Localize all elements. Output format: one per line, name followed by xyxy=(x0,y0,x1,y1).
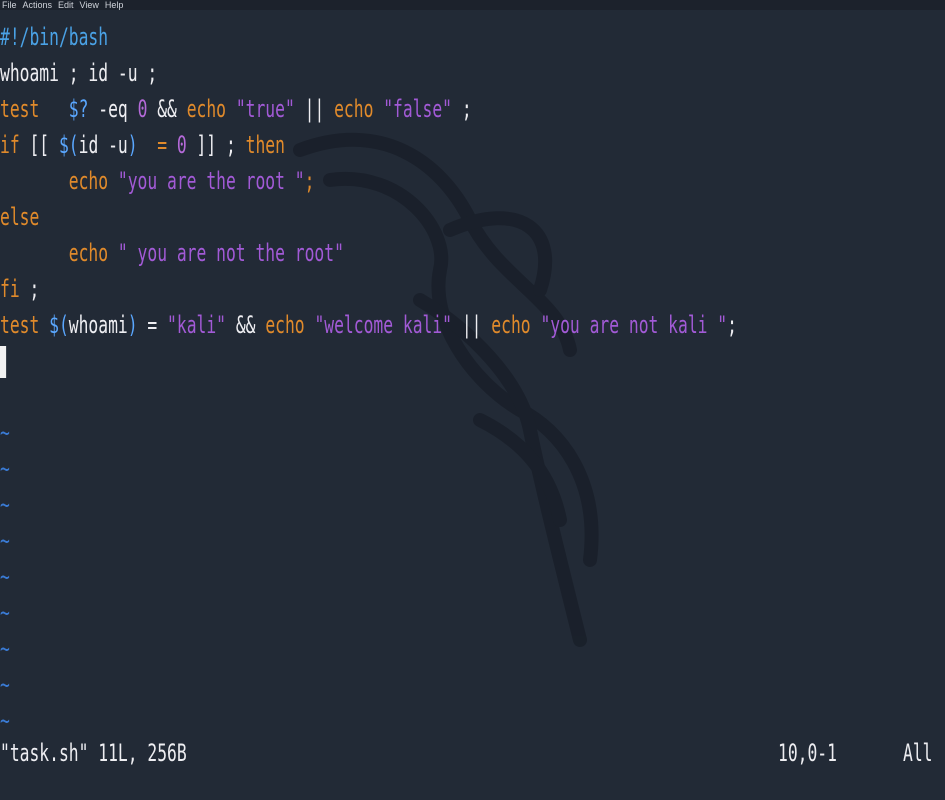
code-token: id -u xyxy=(78,131,128,159)
empty-buffer-tilde: ~ xyxy=(0,563,10,591)
code-token: $? xyxy=(68,95,89,123)
menu-help[interactable]: Help xyxy=(103,0,128,10)
empty-buffer-tilde: ~ xyxy=(0,491,10,519)
code-line[interactable]: echo " you are not the root" xyxy=(0,235,643,271)
code-token: echo xyxy=(265,311,315,339)
code-token: && xyxy=(226,311,266,339)
code-token: then xyxy=(245,131,285,159)
code-token: echo xyxy=(186,95,236,123)
code-token: #!/bin/bash xyxy=(0,23,109,51)
code-token: fi xyxy=(0,275,20,303)
code-token: 0 xyxy=(137,95,148,123)
code-token: ) xyxy=(127,311,138,339)
code-token: echo xyxy=(334,95,384,123)
vim-status-line: "task.sh" 11L, 256B 10,0-1 All xyxy=(0,735,945,771)
vim-editor-buffer[interactable]: #!/bin/bash whoami ; id -u ; test $? -eq 0… xyxy=(0,19,945,739)
code-token: echo xyxy=(0,239,118,267)
text-cursor xyxy=(0,346,7,378)
code-token: || xyxy=(294,95,335,123)
menu-view[interactable]: View xyxy=(78,0,103,10)
code-token: " you are not the root" xyxy=(117,239,344,267)
file-info-message: "task.sh" 11L, 256B xyxy=(0,739,187,767)
code-token: [[ xyxy=(19,131,59,159)
code-token: 0 xyxy=(176,131,187,159)
code-token: -eq xyxy=(88,95,138,123)
code-line-cursor[interactable] xyxy=(0,343,643,379)
code-line[interactable]: if [[ $(id -u) = 0 ]] ; then xyxy=(0,127,643,163)
code-token: = xyxy=(137,311,168,339)
code-token: test xyxy=(0,311,50,339)
empty-buffer-tilde: ~ xyxy=(0,599,10,627)
code-token: "kali" xyxy=(167,311,227,339)
code-line[interactable]: echo "you are the root "; xyxy=(0,163,643,199)
cursor-position: 10,0-1 xyxy=(778,739,837,767)
code-token: whoami ; id -u ; xyxy=(0,59,158,87)
code-token: "false" xyxy=(383,95,453,123)
code-token: = xyxy=(137,131,177,159)
menu-actions[interactable]: Actions xyxy=(21,0,57,10)
scroll-indicator: All xyxy=(903,739,933,767)
empty-buffer-tilde: ~ xyxy=(0,419,10,447)
menu-file[interactable]: File xyxy=(0,0,21,10)
code-token: ; xyxy=(19,275,40,303)
code-token: ) xyxy=(127,131,138,159)
code-token: if xyxy=(0,131,20,159)
code-line[interactable]: whoami ; id -u ; xyxy=(0,55,643,91)
code-token: ]] ; xyxy=(186,131,246,159)
code-token: else xyxy=(0,203,40,231)
code-token: echo xyxy=(491,311,541,339)
code-token: whoami xyxy=(68,311,128,339)
empty-buffer-tilde: ~ xyxy=(0,455,10,483)
code-token: "you are not kali " xyxy=(540,311,728,339)
code-token: || xyxy=(452,311,492,339)
code-token: $( xyxy=(49,311,69,339)
code-line[interactable]: test $(whoami) = "kali" && echo "welcome… xyxy=(0,307,737,343)
menu-edit[interactable]: Edit xyxy=(56,0,78,10)
code-token: && xyxy=(147,95,187,123)
code-token: ; xyxy=(727,311,737,339)
code-line[interactable]: else xyxy=(0,199,643,235)
empty-buffer-tilde: ~ xyxy=(0,707,10,735)
code-line[interactable]: fi ; xyxy=(0,271,643,307)
code-token: ; xyxy=(304,167,315,195)
empty-buffer-tilde: ~ xyxy=(0,527,10,555)
code-token: "true" xyxy=(235,95,295,123)
code-token: "welcome kali" xyxy=(314,311,453,339)
empty-buffer-tilde: ~ xyxy=(0,635,10,663)
code-line[interactable]: #!/bin/bash xyxy=(0,19,643,55)
code-token: "you are the root " xyxy=(117,167,305,195)
code-line[interactable]: test $? -eq 0 && echo "true" || echo "fa… xyxy=(0,91,643,127)
menu-bar: File Actions Edit View Help xyxy=(0,0,945,10)
empty-buffer-tilde: ~ xyxy=(0,671,10,699)
code-token: test xyxy=(0,95,69,123)
code-token: $( xyxy=(58,131,79,159)
code-token: ; xyxy=(452,95,472,123)
code-token: echo xyxy=(0,167,118,195)
